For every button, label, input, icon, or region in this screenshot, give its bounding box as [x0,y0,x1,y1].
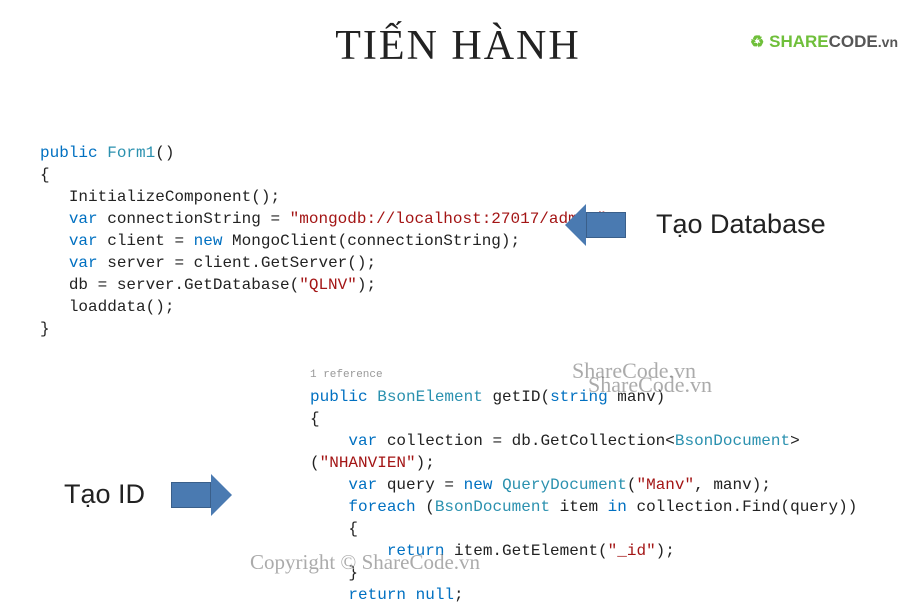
logo-suffix: .vn [878,34,898,50]
label-create-id: Tạo ID [64,479,145,510]
code-snippet-1: public Form1() { InitializeComponent(); … [40,142,616,340]
recycle-icon: ♻ [750,34,764,51]
logo-part2: CODE [829,32,878,51]
arrow-create-database: Tạo Database [586,209,826,240]
arrow-right-icon [171,482,211,508]
logo-part1: SHARE [769,32,829,51]
label-create-database: Tạo Database [656,209,826,240]
watermark-2: ShareCode.vn [588,372,712,398]
arrow-left-icon [586,212,626,238]
watermark-copyright: Copyright © ShareCode.vn [250,550,480,575]
brand-logo: ♻ SHARECODE.vn [750,32,898,52]
arrow-create-id: Tạo ID [64,479,211,510]
